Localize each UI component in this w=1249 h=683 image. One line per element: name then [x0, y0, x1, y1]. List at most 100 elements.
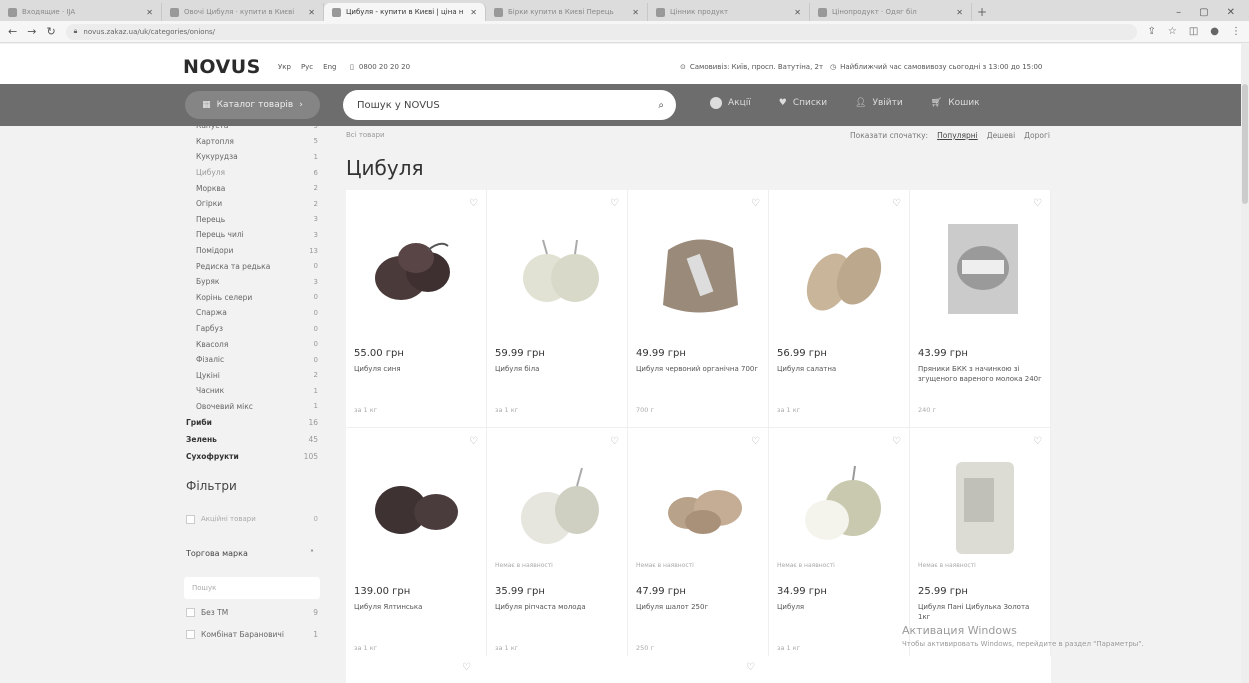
subcategory-item[interactable]: Помідори 13 [172, 243, 324, 259]
product-name[interactable]: Цибуля ріпчаста молода [495, 603, 619, 613]
product-image[interactable] [497, 448, 617, 558]
product-name[interactable]: Цибуля салатна [777, 365, 901, 375]
favorite-icon[interactable]: ♡ [892, 198, 901, 209]
close-tab-icon[interactable]: ✕ [146, 8, 153, 17]
subcategory-item[interactable]: Картопля 5 [172, 134, 324, 150]
subcategory-item[interactable]: Кукурудза 1 [172, 149, 324, 165]
product-card[interactable]: ♡ 43.99 грн Пряники БКК з начинкою зі згущ… [910, 190, 1051, 428]
product-image[interactable] [638, 210, 758, 320]
lang-ukr[interactable]: Укр [278, 63, 291, 71]
profile-icon[interactable]: ● [1210, 26, 1219, 37]
product-image[interactable] [356, 448, 476, 558]
favorite-icon[interactable]: ♡ [462, 662, 471, 673]
product-name[interactable]: Цибуля червоний органічна 700г [636, 365, 760, 375]
sort-popular[interactable]: Популярні [937, 131, 978, 140]
product-name[interactable]: Цибуля біла [495, 365, 619, 375]
subcategory-item[interactable]: Цибуля 6 [172, 165, 324, 181]
subcategory-item[interactable]: Цукіні 2 [172, 368, 324, 384]
category-item[interactable]: Сухофрукти 105 [172, 448, 324, 465]
forward-icon[interactable]: → [27, 25, 36, 38]
delivery-time[interactable]: ◷ Найближчий час самовивозу сьогодні з 1… [830, 63, 1042, 71]
product-card[interactable]: ♡ Немає в наявності 47.99 грн Цибуля шалот … [628, 428, 769, 666]
subcategory-item[interactable]: Перець чилі 3 [172, 227, 324, 243]
product-image[interactable] [779, 448, 899, 558]
subcategory-item[interactable]: Морква 2 [172, 180, 324, 196]
browser-tab[interactable]: Цінопродукт · Одяг біл ✕ [810, 3, 972, 21]
product-name[interactable]: Цибуля синя [354, 365, 478, 375]
product-image[interactable] [920, 448, 1040, 558]
search-icon[interactable]: ⌕ [658, 100, 664, 111]
favorite-icon[interactable]: ♡ [751, 436, 760, 447]
brand-search-input[interactable]: Пошук [184, 577, 320, 600]
url-field[interactable]: 🔒︎ novus.zakaz.ua/uk/categories/onions/ [65, 23, 1138, 40]
favorite-icon[interactable]: ♡ [892, 436, 901, 447]
lang-eng[interactable]: Eng [323, 63, 336, 71]
phone[interactable]: ▯ 0800 20 20 20 [350, 63, 410, 71]
reload-icon[interactable]: ↻ [46, 25, 55, 38]
subcategory-item[interactable]: Перець 3 [172, 212, 324, 228]
favorite-icon[interactable]: ♡ [469, 436, 478, 447]
login-link[interactable]: 👤︎ Увійти [855, 97, 903, 109]
brand-filter-item[interactable]: Без ТМ 9 [172, 603, 324, 621]
lang-rus[interactable]: Рус [301, 63, 313, 71]
brand-checkbox[interactable] [186, 629, 195, 639]
maximize-icon[interactable]: ▢ [1199, 7, 1208, 18]
product-name[interactable]: Цибуля [777, 603, 901, 613]
subcategory-item[interactable]: Часник 1 [172, 383, 324, 399]
product-name[interactable]: Цибуля Пані Цибулька Золота 1кг [918, 603, 1042, 622]
subcategory-item[interactable]: Квасоля 0 [172, 336, 324, 352]
product-card[interactable]: ♡ Немає в наявності 35.99 грн Цибуля ріпчас… [487, 428, 628, 666]
close-tab-icon[interactable]: ✕ [632, 8, 639, 17]
favorite-icon[interactable]: ♡ [746, 662, 755, 673]
product-name[interactable]: Пряники БКК з начинкою зі згущеного варе… [918, 365, 1042, 384]
product-card[interactable]: ♡ 56.99 грн Цибуля салатна за 1 кг [769, 190, 910, 428]
subcategory-item[interactable]: Огірки 2 [172, 196, 324, 212]
novus-logo[interactable]: NOVUS [183, 56, 261, 78]
product-image[interactable] [497, 210, 617, 320]
category-item[interactable]: Гриби 16 [172, 414, 324, 431]
subcategory-item[interactable]: Редиска та редька 0 [172, 258, 324, 274]
page-scrollbar[interactable] [1241, 44, 1249, 683]
new-tab-button[interactable]: + [972, 3, 992, 21]
product-name[interactable]: Цибуля шалот 250г [636, 603, 760, 613]
share-icon[interactable]: ⇪ [1147, 26, 1155, 37]
product-card[interactable]: ♡ 139.00 грн Цибуля Ялтинська за 1 кг [346, 428, 487, 666]
favorite-icon[interactable]: ♡ [469, 198, 478, 209]
favorite-icon[interactable]: ♡ [610, 436, 619, 447]
subcategory-item[interactable]: Фізаліс 0 [172, 352, 324, 368]
product-card[interactable]: ♡ 55.00 грн Цибуля синя за 1 кг [346, 190, 487, 428]
product-image[interactable] [356, 210, 476, 320]
subcategory-item[interactable]: Буряк 3 [172, 274, 324, 290]
product-card[interactable]: ♡ 59.99 грн Цибуля біла за 1 кг [487, 190, 628, 428]
product-image[interactable] [779, 210, 899, 320]
menu-icon[interactable]: ⋮ [1231, 26, 1241, 37]
subcategory-item[interactable]: Спаржа 0 [172, 305, 324, 321]
scrollbar-thumb[interactable] [1242, 84, 1248, 204]
sort-expensive[interactable]: Дорогі [1024, 131, 1050, 140]
favorite-icon[interactable]: ♡ [1033, 198, 1042, 209]
star-icon[interactable]: ☆ [1168, 26, 1177, 37]
browser-tab[interactable]: Входящие · IJA ✕ [0, 3, 162, 21]
browser-tab[interactable]: Цибуля - купити в Києві | ціна н ✕ [324, 3, 486, 21]
brand-filter-item[interactable]: Комбінат Барановичі 1 [172, 625, 324, 643]
pickup-address[interactable]: ⊙ Самовивіз: Київ, просп. Ватутіна, 2т [680, 63, 823, 71]
product-card[interactable]: ♡ 49.99 грн Цибуля червоний органічна 700г… [628, 190, 769, 428]
browser-tab[interactable]: Бірки купити в Києві Перець ✕ [486, 3, 648, 21]
product-name[interactable]: Цибуля Ялтинська [354, 603, 478, 613]
favorite-icon[interactable]: ♡ [610, 198, 619, 209]
subcategory-item[interactable]: Овочевий мікс 1 [172, 399, 324, 415]
close-tab-icon[interactable]: ✕ [794, 8, 801, 17]
cart-link[interactable]: 🛒︎ Кошик [931, 97, 980, 109]
favorite-icon[interactable]: ♡ [751, 198, 760, 209]
product-image[interactable] [638, 448, 758, 558]
catalog-button[interactable]: ▦ Каталог товарів › [185, 91, 320, 119]
browser-tab[interactable]: Цінник продукт ✕ [648, 3, 810, 21]
subcategory-item[interactable]: Корінь селери 0 [172, 290, 324, 306]
sort-cheap[interactable]: Дешеві [987, 131, 1015, 140]
promo-only-checkbox[interactable] [186, 514, 195, 524]
favorite-icon[interactable]: ♡ [1033, 436, 1042, 447]
promo-link[interactable]: Акції [710, 97, 751, 109]
brand-filter-header[interactable]: Торгова марка ˄ [172, 527, 324, 569]
browser-tab[interactable]: Овочі Цибуля · купити в Києві ✕ [162, 3, 324, 21]
breadcrumb[interactable]: Всі товари [346, 131, 385, 139]
